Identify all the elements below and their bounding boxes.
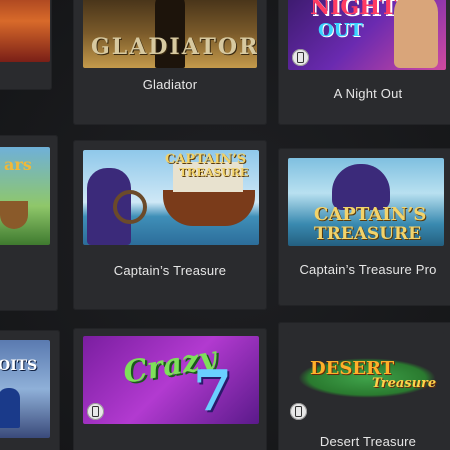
mobile-device-icon xyxy=(292,49,309,66)
mobile-device-icon xyxy=(290,403,307,420)
game-card-desert-treasure[interactable]: DESERT Treasure Desert Treasure xyxy=(278,322,450,450)
game-logo-text: GLADIATOR xyxy=(91,34,257,60)
games-grid: GLADIATOR Gladiator NIGHT OUT A Night Ou… xyxy=(0,0,450,450)
game-thumbnail[interactable]: CAPTAIN’S TREASURE xyxy=(83,150,259,245)
pot-art xyxy=(0,201,28,229)
partial-logo: OITS xyxy=(0,358,38,374)
game-title: Captain’s Treasure xyxy=(113,263,227,278)
game-card-partial-top-left[interactable] xyxy=(0,0,52,90)
game-title: Gladiator xyxy=(142,77,198,92)
game-thumbnail[interactable]: ars xyxy=(0,147,50,245)
game-title: Desert Treasure xyxy=(319,434,417,449)
game-logo-text: CAPTAIN’S xyxy=(165,152,247,167)
game-logo-text: TREASURE xyxy=(314,224,422,244)
mobile-device-icon xyxy=(87,403,104,420)
game-card-captains-treasure-pro[interactable]: CAPTAIN’S TREASURE Captain’s Treasure Pr… xyxy=(278,148,450,306)
game-card-crazy-7[interactable]: Crazy 7 xyxy=(73,328,267,450)
game-thumbnail[interactable]: OITS xyxy=(0,340,50,438)
game-card-gladiator[interactable]: GLADIATOR Gladiator xyxy=(73,0,267,125)
game-title: A Night Out xyxy=(333,86,403,101)
game-logo-text: CAPTAIN’S xyxy=(314,204,427,225)
police-art xyxy=(0,388,20,428)
game-thumbnail[interactable]: NIGHT OUT xyxy=(288,0,446,70)
game-logo-text: NIGHT xyxy=(310,0,397,20)
game-thumbnail[interactable] xyxy=(0,0,50,62)
game-thumbnail[interactable]: CAPTAIN’S TREASURE xyxy=(288,158,444,246)
game-thumbnail[interactable]: GLADIATOR xyxy=(83,0,257,68)
game-thumbnail[interactable]: DESERT Treasure xyxy=(288,332,444,424)
game-logo-text: Treasure xyxy=(372,376,437,391)
game-lobby: GLADIATOR Gladiator NIGHT OUT A Night Ou… xyxy=(0,0,450,450)
partial-logo: ars xyxy=(4,155,32,174)
game-thumbnail[interactable]: Crazy 7 xyxy=(83,336,259,424)
game-card-night-out[interactable]: NIGHT OUT A Night Out xyxy=(278,0,450,125)
game-logo-text: OUT xyxy=(318,20,363,41)
character-art xyxy=(394,0,438,68)
game-card-partial-bottom-left[interactable]: OITS xyxy=(0,330,60,450)
game-logo-text: TREASURE xyxy=(179,166,249,179)
wheel-art xyxy=(113,190,147,224)
game-card-partial-middle-left[interactable]: ars xyxy=(0,135,58,311)
ship-art xyxy=(163,190,255,226)
game-card-captains-treasure[interactable]: CAPTAIN’S TREASURE Captain’s Treasure xyxy=(73,140,267,310)
game-title: Captain’s Treasure Pro xyxy=(299,262,437,277)
seven-art: 7 xyxy=(193,358,232,424)
